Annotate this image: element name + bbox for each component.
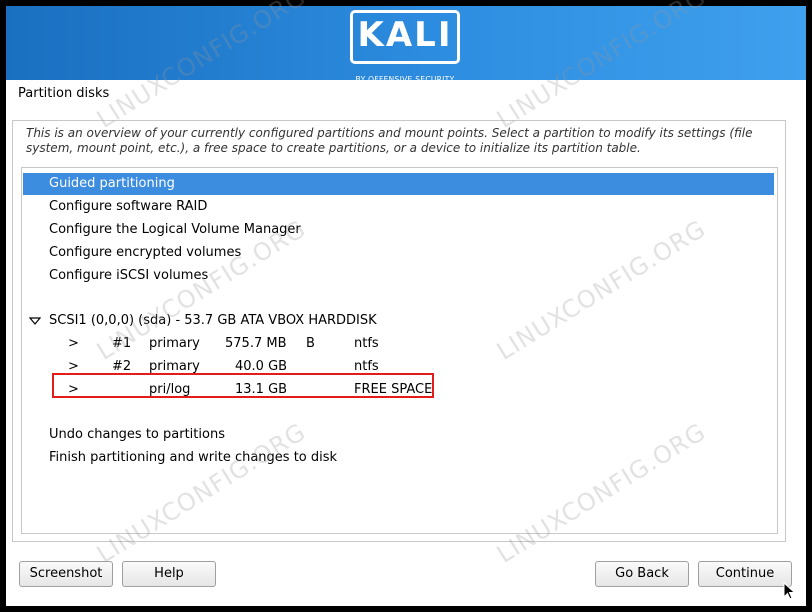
action-label: Undo changes to partitions [49,427,225,442]
continue-button[interactable]: Continue [698,561,792,587]
action-label: Finish partitioning and write changes to… [49,450,338,465]
menu-item-label: Guided partitioning [49,176,175,191]
page-title: Partition disks [18,86,110,101]
partition-list: Guided partitioning Configure software R… [21,167,778,534]
go-back-button[interactable]: Go Back [595,561,689,587]
help-button[interactable]: Help [122,561,216,587]
partition-flag: B [306,336,315,351]
menu-item-label: Configure encrypted volumes [49,245,242,260]
partition-row-1[interactable]: > #1 primary 575.7 MB B ntfs [23,333,774,355]
menu-item-lvm[interactable]: Configure the Logical Volume Manager [23,219,774,241]
partition-type: primary [149,336,200,351]
partition-size: 575.7 MB [225,336,287,351]
free-space-highlight [52,373,434,398]
menu-item-label: Configure iSCSI volumes [49,268,209,283]
menu-item-label: Configure the Logical Volume Manager [49,222,301,237]
menu-item-encrypted-volumes[interactable]: Configure encrypted volumes [23,242,774,264]
disk-label: SCSI1 (0,0,0) (sda) - 53.7 GB ATA VBOX H… [49,313,377,328]
partition-fs: ntfs [354,336,379,351]
menu-item-label: Configure software RAID [49,199,208,214]
action-undo-changes[interactable]: Undo changes to partitions [23,424,774,446]
partition-number: #1 [112,336,132,351]
kali-logo: KALI BY OFFENSIVE SECURITY [350,10,460,84]
chevron-right-icon: > [68,336,79,351]
logo-text: KALI [357,15,453,55]
kali-banner: KALI BY OFFENSIVE SECURITY [6,6,806,84]
action-finish-partitioning[interactable]: Finish partitioning and write changes to… [23,447,774,469]
disk-row-sda[interactable]: SCSI1 (0,0,0) (sda) - 53.7 GB ATA VBOX H… [23,310,774,332]
logo-subtext: BY OFFENSIVE SECURITY [355,75,455,84]
menu-item-software-raid[interactable]: Configure software RAID [23,196,774,218]
screenshot-button[interactable]: Screenshot [19,561,113,587]
menu-item-iscsi-volumes[interactable]: Configure iSCSI volumes [23,265,774,287]
mouse-pointer-icon [783,581,797,600]
menu-item-guided-partitioning[interactable]: Guided partitioning [23,173,774,195]
description-text: This is an overview of your currently co… [26,126,753,155]
